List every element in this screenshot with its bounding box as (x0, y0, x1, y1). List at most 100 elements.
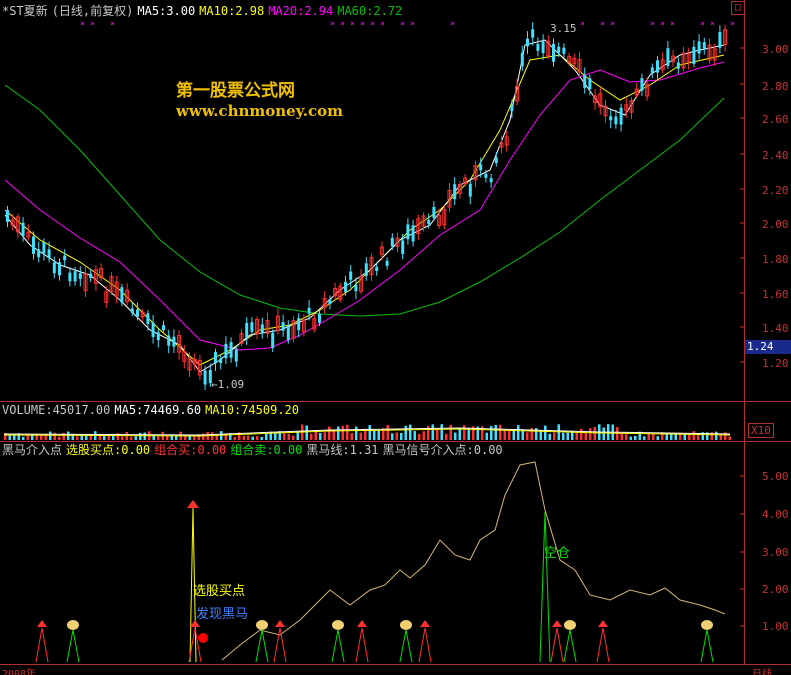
buy-signal-triangle (596, 627, 610, 663)
candle-body (245, 323, 249, 338)
volume-bar (359, 432, 362, 440)
candle-body (68, 272, 72, 282)
volume-bar (692, 431, 695, 440)
volume-bar (260, 436, 263, 440)
volume-bar (584, 431, 587, 440)
candle-body (234, 349, 238, 362)
volume-bar (8, 435, 11, 440)
volume-bar (539, 431, 542, 440)
candle-body (640, 78, 644, 91)
volume-bar (292, 435, 295, 440)
volume-bar (485, 432, 488, 440)
volume-bar (683, 434, 686, 440)
volume-bar (80, 435, 83, 440)
volume-bar (431, 424, 434, 440)
signal-marker: × (670, 19, 675, 28)
volume-bar (440, 424, 443, 440)
volume-bar (656, 436, 659, 440)
candle-body (541, 41, 545, 54)
candle-body (531, 29, 535, 38)
candle-body (167, 335, 171, 346)
candle-body (146, 313, 150, 324)
buy-signal-triangle (35, 627, 49, 663)
ma5-line (4, 39, 725, 373)
volume-bar (274, 432, 277, 440)
money-bag-icon (256, 620, 268, 630)
volume-bar (449, 424, 452, 440)
candle-body (58, 262, 61, 276)
volume-bar (247, 435, 250, 440)
candle-body (692, 46, 696, 64)
volume-bar (377, 429, 380, 440)
signal-marker: × (450, 19, 455, 28)
signal-marker: × (410, 19, 415, 28)
buy-signal-triangle (273, 627, 287, 663)
candle-body (260, 324, 264, 334)
signal-marker: × (660, 19, 665, 28)
candle-body (588, 78, 592, 90)
volume-bar (643, 436, 646, 440)
ma10-line (4, 54, 725, 366)
candle-body (583, 75, 587, 88)
candle-body (718, 31, 722, 48)
volume-bar (49, 431, 52, 440)
candle-body (344, 281, 347, 293)
volume-bar (688, 434, 691, 440)
sell-signal-triangle (255, 629, 269, 663)
ma20-line (4, 61, 725, 351)
volume-bar (242, 435, 245, 440)
volume-bar (211, 432, 214, 440)
volume-bar (373, 430, 376, 440)
sell-signal-triangle (331, 629, 345, 663)
volume-bar (332, 430, 335, 440)
signal-marker: × (700, 19, 705, 28)
volume-bar (337, 426, 340, 440)
candle-body (453, 184, 457, 200)
volume-bar (287, 433, 290, 440)
signal-marker: × (380, 19, 385, 28)
money-bag-icon (67, 620, 79, 630)
candle-body (73, 271, 77, 282)
candle-body (136, 309, 139, 317)
candle-body (151, 322, 155, 338)
volume-bar (629, 436, 632, 440)
candle-body (307, 307, 311, 314)
candle-body (656, 60, 659, 73)
volume-bar (256, 436, 259, 440)
candle-body (666, 48, 670, 66)
volume-bar (323, 432, 326, 440)
volume-bar (589, 428, 592, 440)
sell-signal-triangle (700, 629, 714, 663)
signal-marker: × (730, 19, 735, 28)
buy-signal-triangle (550, 627, 564, 663)
volume-bar (26, 435, 29, 440)
volume-bar (575, 432, 578, 440)
volume-bar (508, 430, 511, 440)
volume-bar (634, 435, 637, 440)
candle-body (479, 164, 483, 171)
candle-body (484, 173, 488, 178)
candle-body (328, 299, 332, 305)
volume-bar (436, 429, 439, 440)
candle-body (297, 318, 301, 331)
volume-bar (652, 434, 655, 440)
volume-bar (157, 436, 160, 440)
volume-bar (391, 433, 394, 440)
candle-body (37, 249, 41, 258)
volume-bar (548, 433, 551, 440)
volume-bar (395, 432, 398, 440)
volume-bar (22, 436, 25, 440)
candle-body (229, 342, 233, 358)
volume-bar (463, 425, 466, 440)
volume-bar (184, 436, 187, 440)
candle-body (489, 178, 493, 183)
candle-body (47, 249, 51, 259)
volume-bar (134, 436, 137, 440)
volume-bar (85, 435, 88, 440)
signal-marker: × (610, 19, 615, 28)
buy-signal-arrow-icon (37, 620, 47, 627)
signal-marker: × (90, 19, 95, 28)
buy-signal-triangle (355, 627, 369, 663)
volume-bar (458, 428, 461, 440)
candle-body (6, 210, 9, 222)
